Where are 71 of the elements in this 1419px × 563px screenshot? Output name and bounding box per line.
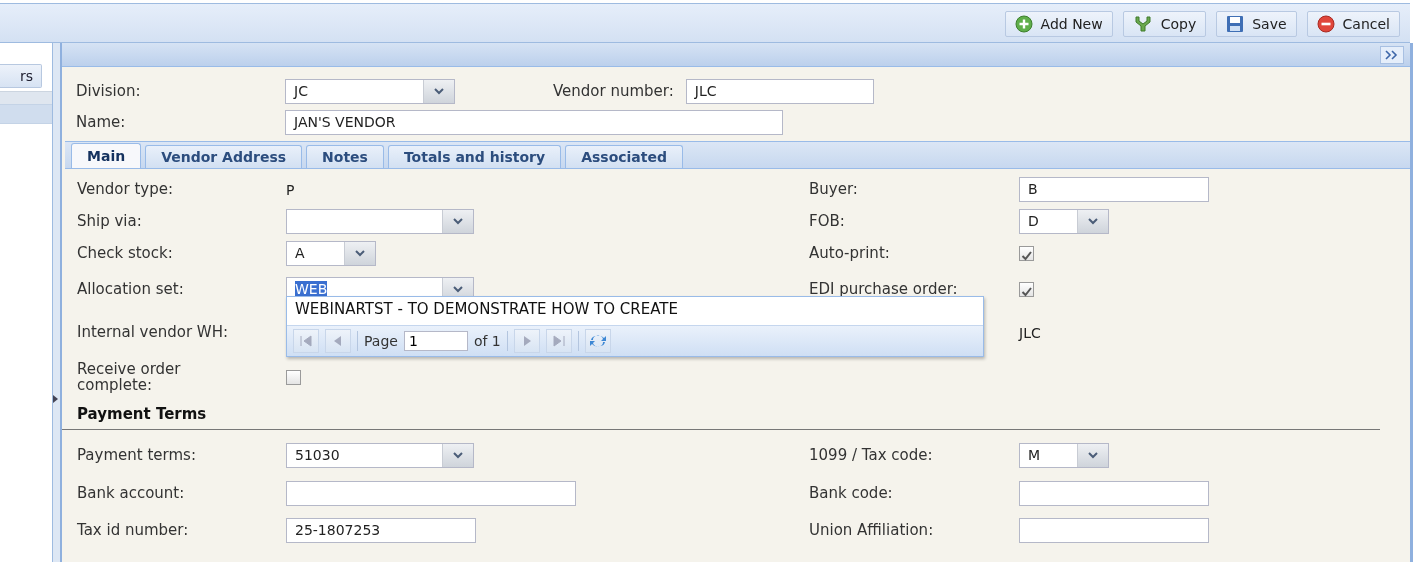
page-number-field[interactable]: 1 (403, 331, 468, 351)
add-new-button[interactable]: Add New (1004, 11, 1113, 37)
checked-checkbox[interactable] (1019, 281, 1034, 297)
field-label: Allocation set: (77, 280, 185, 298)
field-label: 1099 / Tax code: (809, 446, 934, 464)
checkbox[interactable] (286, 369, 301, 385)
collapse-arrow-icon (53, 395, 58, 403)
field-label: Internal vendor WH: (77, 323, 229, 341)
chevron-down-icon (452, 451, 464, 459)
first-page-icon (298, 333, 314, 349)
text-field[interactable]: 25-1807253 (286, 517, 476, 543)
combo-box[interactable]: D (1019, 208, 1109, 234)
save-button[interactable]: Save (1216, 11, 1297, 37)
field-label: Auto-print: (809, 244, 891, 262)
chevron-down-icon (452, 285, 464, 293)
refresh-button[interactable] (584, 329, 611, 353)
field-label: Tax id number: (77, 521, 190, 539)
combo-box[interactable] (286, 208, 474, 234)
selected-text: WEB (295, 281, 328, 297)
checked-checkbox[interactable] (1019, 245, 1034, 261)
tab[interactable]: Vendor Address (145, 145, 303, 168)
tab[interactable]: Notes (306, 145, 384, 168)
text-field[interactable] (286, 480, 576, 506)
chevron-down-icon (1087, 217, 1099, 225)
tab[interactable]: Main (71, 143, 142, 168)
field-label: Payment terms: (77, 446, 197, 464)
text-field[interactable]: JLC (685, 78, 874, 104)
field-label: FOB: (809, 212, 846, 230)
chevron-down-icon (1087, 451, 1099, 459)
last-page-icon (550, 333, 567, 349)
cancel-button[interactable]: Cancel (1306, 11, 1400, 37)
plus-circle-icon (1014, 15, 1033, 33)
field-label: Vendor type: (77, 180, 175, 198)
field-label: Name: (76, 113, 127, 131)
text-field[interactable] (1019, 517, 1209, 543)
field-label: Bank code: (809, 484, 894, 502)
field-label: EDI purchase order: (809, 280, 959, 298)
field-label: Bank account: (77, 484, 186, 502)
tab[interactable]: Associated (565, 145, 683, 168)
combo-box[interactable]: JC (285, 78, 455, 104)
combo-box[interactable]: 51030 (286, 442, 474, 468)
field-label: Check stock: (77, 244, 174, 262)
field-value: JLC (1019, 324, 1041, 341)
field-label: Union Affiliation: (809, 521, 935, 539)
page-count: of 1 (473, 333, 501, 349)
minus-circle-icon (1316, 15, 1335, 33)
page-label: Page (364, 333, 398, 349)
field-label: Division: (76, 82, 142, 100)
field-label: Vendor number: (553, 82, 674, 100)
sidebar-row[interactable] (0, 91, 52, 104)
double-chevron-icon (1385, 49, 1399, 60)
field-label: Buyer: (809, 180, 859, 198)
field-label: Receive order complete: (77, 360, 182, 394)
copy-button[interactable]: Copy (1122, 11, 1207, 37)
text-field[interactable] (1019, 480, 1209, 506)
chevron-down-icon (354, 249, 366, 257)
chevron-down-icon (433, 87, 445, 95)
combo-box[interactable]: A (286, 240, 376, 266)
side-tab-button[interactable]: rs (0, 64, 42, 88)
refresh-icon (587, 333, 608, 349)
expand-button[interactable] (1380, 45, 1404, 64)
combo-box[interactable]: M (1019, 442, 1109, 468)
text-field[interactable]: B (1019, 176, 1209, 202)
text-field[interactable]: JAN'S VENDOR (285, 109, 783, 135)
field-label: Ship via: (77, 212, 143, 230)
section-title: Payment Terms (62, 399, 1380, 430)
fork-icon (1132, 15, 1153, 33)
sidebar-row[interactable] (0, 104, 52, 124)
field-value: P (286, 181, 295, 198)
chevron-down-icon (452, 217, 464, 225)
tab[interactable]: Totals and history (387, 145, 562, 168)
